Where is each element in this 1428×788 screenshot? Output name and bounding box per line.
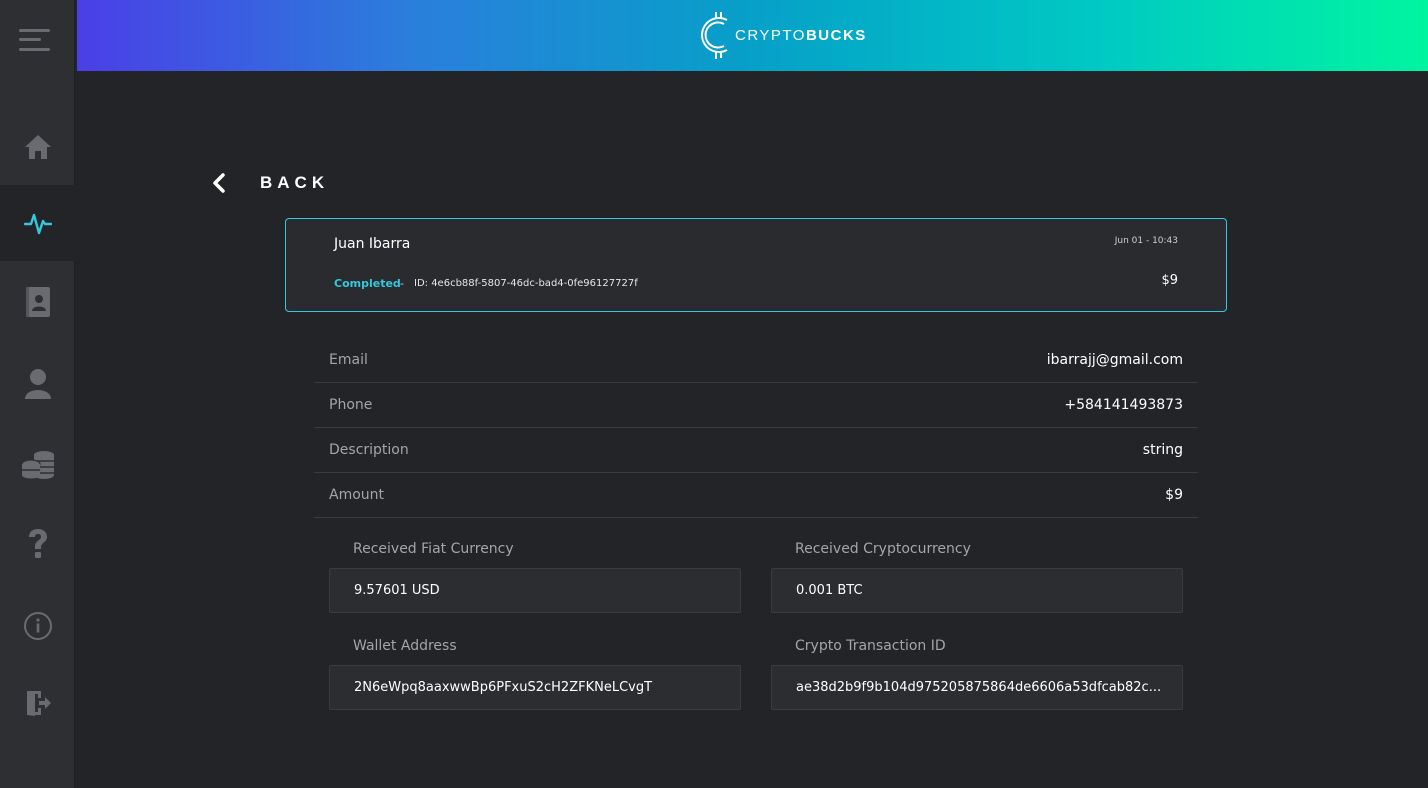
wallet-address-field[interactable]: 2N6eWpq8aaxwwBp6PFxuS2cH2ZFKNeLCvgT [329,665,741,710]
coins-icon [20,451,54,479]
detail-value: +584141493873 [1064,397,1183,413]
detail-row-phone: Phone +584141493873 [314,383,1198,428]
sidebar [0,0,75,788]
wallet-address-value: 2N6eWpq8aaxwwBp6PFxuS2cH2ZFKNeLCvgT [354,680,653,695]
transaction-card: Juan Ibarra Jun 01 - 10:43 Completed - I… [285,218,1227,312]
detail-label: Description [329,442,409,458]
crypto-transaction-id-field[interactable]: ae38d2b9f9b104d975205875864de6606a53dfca… [771,665,1183,710]
nav-contacts[interactable] [0,264,75,340]
crypto-transaction-id-label: Crypto Transaction ID [795,638,946,654]
contacts-book-icon [25,287,50,317]
nav-help[interactable] [0,506,75,582]
detail-row-email: Email ibarrajj@gmail.com [314,338,1198,383]
separator: - [400,277,404,290]
top-header: CRYPTOBUCKS [77,0,1428,71]
detail-label: Amount [329,487,385,503]
detail-value: string [1142,442,1183,458]
fiat-currency-label: Received Fiat Currency [353,541,514,557]
nav-info[interactable] [0,588,75,664]
logo-text: CRYPTOBUCKS [735,26,867,44]
detail-list: Email ibarrajj@gmail.com Phone +58414149… [314,338,1198,518]
transaction-id: ID: 4e6cb88f-5807-46dc-bad4-0fe96127727f [414,278,638,289]
nav-profile[interactable] [0,346,75,422]
nav-activity[interactable] [0,185,75,261]
detail-label: Phone [329,397,373,413]
nav-logout[interactable] [0,665,75,741]
wallet-address-label: Wallet Address [353,638,457,654]
info-icon [23,612,52,640]
transaction-date: Jun 01 - 10:43 [1114,236,1178,246]
transaction-amount: $9 [1161,273,1178,288]
detail-value: ibarrajj@gmail.com [1046,352,1183,368]
detail-row-description: Description string [314,428,1198,473]
fiat-currency-field[interactable]: 9.57601 USD [329,568,741,613]
status-badge: Completed [334,277,401,290]
hamburger-menu-icon[interactable] [19,29,50,51]
cryptocurrency-label: Received Cryptocurrency [795,541,971,557]
detail-value: $9 [1165,487,1183,503]
logout-icon [26,691,51,716]
user-icon [24,369,51,399]
help-icon [28,529,47,558]
bitcoin-c-logo-icon [701,12,728,59]
crypto-transaction-id-value: ae38d2b9f9b104d975205875864de6606a53dfca… [796,680,1162,695]
activity-icon [23,213,52,235]
nav-home[interactable] [0,109,75,185]
detail-row-amount: Amount $9 [314,473,1198,518]
cryptocurrency-field[interactable]: 0.001 BTC [771,568,1183,613]
home-icon [24,135,51,159]
chevron-left-icon [213,173,225,193]
back-button[interactable]: BACK [212,172,329,194]
cryptobucks-logo[interactable]: CRYPTOBUCKS [699,6,867,64]
detail-label: Email [329,352,368,368]
cryptocurrency-value: 0.001 BTC [796,583,863,598]
nav-coins[interactable] [0,426,75,502]
fiat-currency-value: 9.57601 USD [354,583,440,598]
customer-name: Juan Ibarra [334,236,411,252]
back-label: BACK [260,173,330,192]
